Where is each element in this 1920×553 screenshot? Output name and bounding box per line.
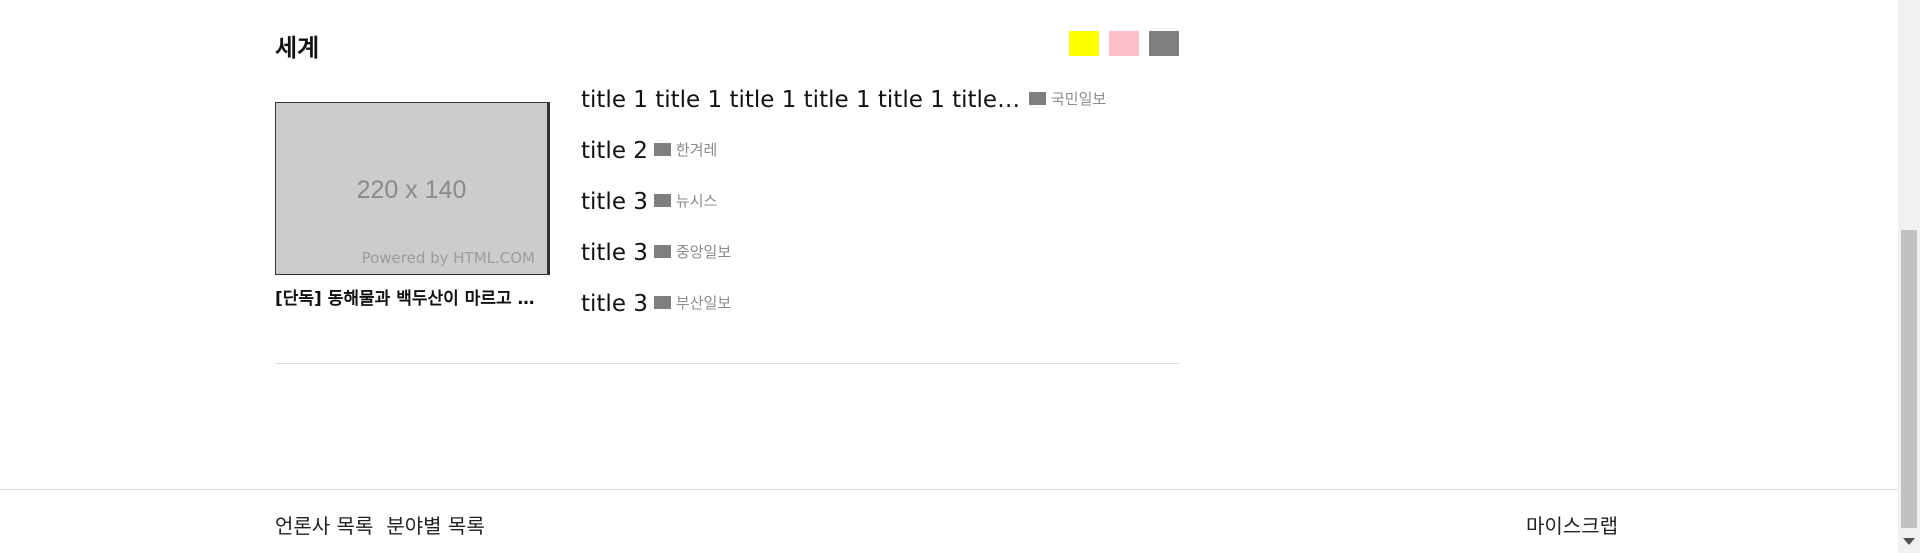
- footer-link-category-list[interactable]: 분야별 목록: [386, 510, 484, 539]
- press-name: 중앙일보: [675, 243, 732, 261]
- thumbnail-powered-text: Powered by HTML.COM: [361, 249, 535, 267]
- press-source[interactable]: 국민일보: [1029, 88, 1106, 109]
- news-title-link[interactable]: title 3: [581, 237, 648, 269]
- press-name: 한겨레: [675, 141, 718, 159]
- scrollbar-thumb[interactable]: [1901, 230, 1917, 528]
- page: 세계 220 x 140 Powered by HTML.COM [단독] 동해…: [0, 0, 1920, 553]
- thumbnail-size-text: 220 x 140: [356, 176, 467, 204]
- article-thumbnail-image[interactable]: 220 x 140 Powered by HTML.COM: [275, 102, 550, 275]
- featured-article-card[interactable]: 220 x 140 Powered by HTML.COM [단독] 동해물과 …: [275, 102, 550, 309]
- news-list-item: title 3 부산일보: [581, 288, 1106, 339]
- news-list-item: title 1 title 1 title 1 title 1 title 1 …: [581, 84, 1106, 135]
- swatch-pink[interactable]: [1109, 31, 1139, 56]
- news-list-item: title 3 뉴시스: [581, 186, 1106, 237]
- my-scrap-link[interactable]: 마이스크랩: [1526, 510, 1618, 539]
- press-name: 뉴시스: [675, 192, 718, 210]
- press-source[interactable]: 한겨레: [653, 139, 718, 160]
- press-name: 국민일보: [1051, 90, 1107, 108]
- press-logo-icon: [653, 296, 671, 309]
- news-title-link[interactable]: title 2: [581, 135, 648, 167]
- press-logo-icon: [653, 194, 671, 207]
- footer-link-press-list[interactable]: 언론사 목록: [275, 510, 373, 539]
- press-source[interactable]: 부산일보: [653, 292, 732, 313]
- press-source[interactable]: 중앙일보: [653, 241, 732, 262]
- section-title: 세계: [275, 34, 320, 62]
- news-title-link[interactable]: title 3: [581, 288, 648, 320]
- news-list-item: title 2 한겨레: [581, 135, 1106, 186]
- press-logo-icon: [1029, 92, 1046, 105]
- footer-nav: 언론사 목록 분야별 목록: [275, 510, 485, 539]
- news-list: title 1 title 1 title 1 title 1 title 1 …: [581, 84, 1106, 339]
- section-divider: [275, 363, 1180, 364]
- scroll-down-arrow-icon[interactable]: [1903, 538, 1915, 545]
- news-title-link[interactable]: title 1 title 1 title 1 title 1 title 1 …: [581, 84, 1023, 116]
- press-name: 부산일보: [675, 294, 732, 312]
- press-logo-icon: [653, 143, 671, 156]
- footer-bar: 언론사 목록 분야별 목록 마이스크랩: [0, 489, 1898, 553]
- featured-article-title[interactable]: [단독] 동해물과 백두산이 마르고 닳도록: [275, 284, 550, 309]
- swatch-gray[interactable]: [1149, 31, 1179, 56]
- color-swatch-group: [1069, 31, 1179, 56]
- vertical-scrollbar[interactable]: [1898, 0, 1920, 553]
- news-title-link[interactable]: title 3: [581, 186, 648, 218]
- press-logo-icon: [653, 245, 671, 258]
- news-list-item: title 3 중앙일보: [581, 237, 1106, 288]
- press-source[interactable]: 뉴시스: [653, 190, 718, 211]
- swatch-yellow[interactable]: [1069, 31, 1099, 56]
